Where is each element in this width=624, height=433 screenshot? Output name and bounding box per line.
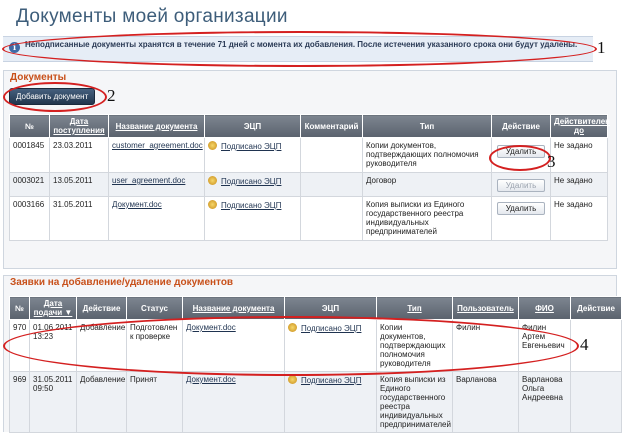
col-number: №: [9, 114, 50, 138]
annotation-oval-3: [489, 145, 551, 171]
cell-number: 0003021: [9, 172, 50, 197]
document-link[interactable]: Документ.doc: [186, 375, 236, 384]
cell-valid: Не задано: [550, 196, 608, 241]
delete-button[interactable]: Удалить: [496, 179, 546, 192]
annotation-oval-1: [2, 31, 597, 67]
medal-icon: [208, 176, 217, 185]
medal-icon: [288, 375, 297, 384]
cell-date: 31.05.2011 09:50: [29, 371, 77, 433]
signature-link[interactable]: Подписано ЭЦП: [221, 142, 281, 151]
page-title: Документы моей организации: [16, 6, 288, 27]
col-date[interactable]: Дата поступления: [49, 114, 109, 138]
table-row: 0003166 31.05.2011 Документ.doc Подписан…: [9, 196, 608, 241]
cell-type: Копия выписки из Единого государственног…: [362, 196, 492, 241]
req-col-fio[interactable]: ФИО: [518, 296, 571, 320]
cell-type: Копия выписки из Единого государственног…: [376, 371, 453, 433]
cell-date: 31.05.2011: [49, 196, 109, 241]
annotation-number-1: 1: [597, 38, 606, 57]
cell-number: 0001845: [9, 137, 50, 173]
col-type: Тип: [362, 114, 492, 138]
cell-comment: [300, 196, 363, 241]
cell-type: Договор: [362, 172, 492, 197]
annotation-oval-4: [3, 316, 579, 376]
cell-user: Варланова: [452, 371, 519, 433]
req-col-user[interactable]: Пользователь: [452, 296, 519, 320]
signature-link[interactable]: Подписано ЭЦП: [221, 177, 281, 186]
annotation-number-2: 2: [107, 86, 116, 105]
req-col-act: Действие: [570, 296, 622, 320]
cell-valid: Не задано: [550, 172, 608, 197]
req-col-type[interactable]: Тип: [376, 296, 453, 320]
delete-button[interactable]: Удалить: [496, 202, 546, 215]
cell-valid: Не задано: [550, 137, 608, 173]
document-link[interactable]: user_agreement.doc: [112, 176, 185, 185]
requests-title: Заявки на добавление/удаление документов: [10, 277, 234, 288]
documents-table: № Дата поступления Название документа ЭЦ…: [9, 114, 610, 241]
document-link[interactable]: customer_agreement.doc: [112, 141, 203, 150]
req-col-action: Действие: [76, 296, 127, 320]
cell-type: Копии документов, подтверждающих полномо…: [362, 137, 492, 173]
req-col-number: №: [9, 296, 30, 320]
col-action: Действие: [491, 114, 551, 138]
col-comment: Комментарий: [300, 114, 363, 138]
annotation-number-3: 3: [547, 152, 556, 171]
col-name[interactable]: Название документа: [108, 114, 205, 138]
signature-link[interactable]: Подписано ЭЦП: [221, 201, 281, 210]
medal-icon: [208, 141, 217, 150]
signature-link[interactable]: Подписано ЭЦП: [301, 376, 361, 385]
cell-date: 13.05.2011: [49, 172, 109, 197]
cell-number: 969: [9, 371, 30, 433]
cell-act: [570, 371, 622, 433]
cell-comment: [300, 137, 363, 173]
cell-date: 23.03.2011: [49, 137, 109, 173]
cell-fio: Варланова Ольга Андреевна: [518, 371, 571, 433]
col-valid[interactable]: Действителен до: [550, 114, 610, 138]
annotation-number-4: 4: [580, 335, 589, 354]
document-link[interactable]: Документ.doc: [112, 200, 162, 209]
cell-number: 0003166: [9, 196, 50, 241]
cell-status: Принят: [126, 371, 183, 433]
req-col-date[interactable]: Дата подачи ▼: [29, 296, 77, 320]
col-sign: ЭЦП: [204, 114, 301, 138]
cell-comment: [300, 172, 363, 197]
table-row: 969 31.05.2011 09:50 Добавление Принят Д…: [9, 371, 622, 433]
table-row: 0003021 13.05.2011 user_agreement.doc По…: [9, 172, 608, 197]
annotation-oval-2: [3, 82, 107, 112]
medal-icon: [208, 200, 217, 209]
req-col-status: Статус: [126, 296, 183, 320]
cell-action: Добавление: [76, 371, 127, 433]
